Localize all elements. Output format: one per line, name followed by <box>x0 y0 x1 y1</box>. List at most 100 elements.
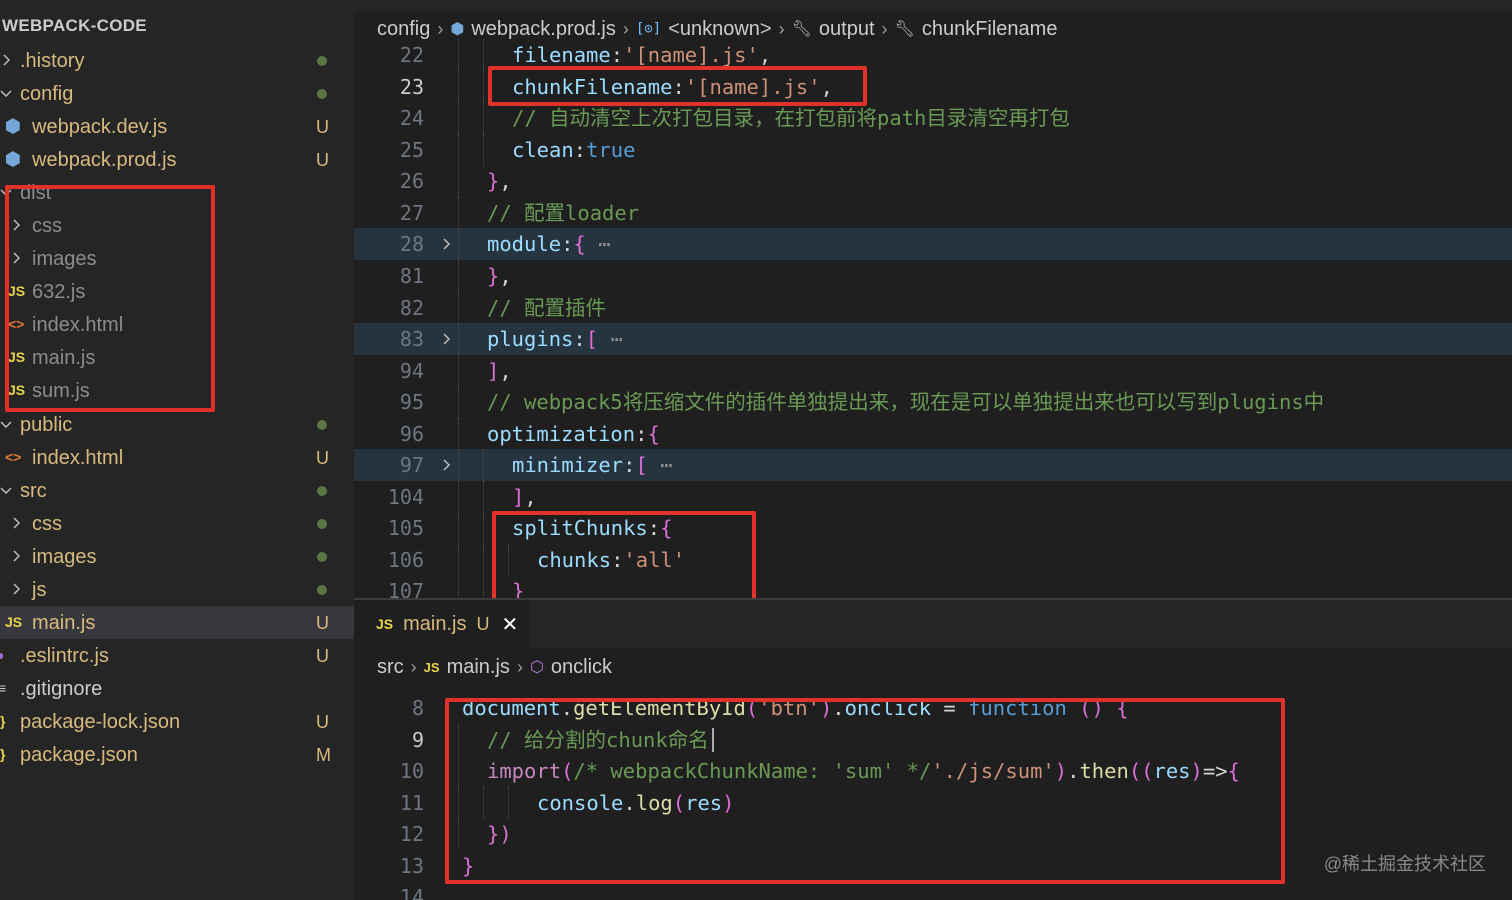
fold-chevron-icon[interactable] <box>438 331 454 347</box>
indent-guide <box>458 724 459 756</box>
tree-item[interactable]: public <box>0 408 354 441</box>
tree-item[interactable]: images <box>0 242 354 275</box>
indent-guide <box>458 418 459 450</box>
line-number: 24 <box>399 106 424 130</box>
breadcrumb-chunkfilename[interactable]: chunkFilename <box>922 18 1058 41</box>
code-text: minimizer:[ ⋯ <box>512 453 673 477</box>
tree-item[interactable]: JS main.js U <box>0 606 354 639</box>
code-line[interactable]: 10 import(/* webpackChunkName: 'sum' */'.… <box>354 755 1512 787</box>
tree-item[interactable]: <> index.html <box>0 308 354 341</box>
tree-item[interactable]: css <box>0 507 354 540</box>
js-file-icon: JS <box>5 614 23 630</box>
tree-item[interactable]: src <box>0 474 354 507</box>
code-line[interactable]: 23 chunkFilename:'[name].js', <box>354 71 1512 103</box>
chevron-right-icon: › <box>881 18 888 39</box>
fold-chevron-icon[interactable] <box>438 236 454 252</box>
indent-guide <box>483 575 484 598</box>
breadcrumb-config[interactable]: config <box>377 18 430 41</box>
code-line[interactable]: 26}, <box>354 165 1512 197</box>
line-number: 12 <box>399 822 424 846</box>
chevron-down-icon[interactable] <box>0 85 14 101</box>
breadcrumb-src[interactable]: src <box>377 656 404 679</box>
git-status-badge: U <box>316 150 329 170</box>
chevron-right-icon: › <box>410 656 417 677</box>
code-line[interactable]: 94], <box>354 355 1512 387</box>
tree-item[interactable]: images <box>0 540 354 573</box>
chevron-right-icon[interactable] <box>8 548 24 564</box>
tree-item[interactable]: ⬢ webpack.dev.js U <box>0 110 354 143</box>
code-text: } <box>512 579 525 598</box>
code-line[interactable]: 9 // 给分割的chunk命名 <box>354 724 1512 756</box>
code-line[interactable]: 11 console.log(res) <box>354 787 1512 819</box>
tab-status: U <box>476 613 490 634</box>
tree-item[interactable]: .history <box>0 44 354 77</box>
line-number: 81 <box>399 264 424 288</box>
wrench-icon: 🔧︎ <box>791 21 812 38</box>
fold-chevron-icon[interactable] <box>438 457 454 473</box>
tree-item[interactable]: } package.json M <box>0 738 354 771</box>
code-line[interactable]: 25 clean:true <box>354 134 1512 166</box>
code-line[interactable]: 83 plugins:[ ⋯ <box>354 323 1512 355</box>
code-line[interactable]: 95 // webpack5将压缩文件的插件单独提出来，现在是可以单独提出来也可以… <box>354 386 1512 418</box>
code-line[interactable]: 28 module:{ ⋯ <box>354 228 1512 260</box>
tab-bar: JS main.js U ✕ <box>354 600 1512 648</box>
breadcrumb-output[interactable]: output <box>819 18 875 41</box>
chevron-right-icon: › <box>622 18 629 39</box>
code-line[interactable]: 106 chunks:'all' <box>354 544 1512 576</box>
code-line[interactable]: 104], <box>354 481 1512 513</box>
code-line[interactable]: 81}, <box>354 260 1512 292</box>
code-line[interactable]: 14 <box>354 881 1512 900</box>
chevron-right-icon[interactable] <box>8 515 24 531</box>
chevron-right-icon[interactable] <box>8 217 24 233</box>
chevron-down-icon[interactable] <box>0 482 14 498</box>
tab-main-js[interactable]: JS main.js U ✕ <box>354 600 530 648</box>
folded-ellipsis-icon[interactable]: ⋯ <box>598 327 622 351</box>
code-line[interactable]: 107} <box>354 575 1512 598</box>
code-line[interactable]: 82 // 配置插件 <box>354 292 1512 324</box>
breadcrumb-file[interactable]: webpack.prod.js <box>471 18 616 41</box>
breadcrumb-onclick[interactable]: onclick <box>551 656 612 679</box>
breadcrumb-unknown[interactable]: <unknown> <box>668 18 771 41</box>
tree-item[interactable]: config <box>0 77 354 110</box>
tree-item[interactable]: dist <box>0 176 354 209</box>
webpack-file-icon: ⬢ <box>450 21 465 38</box>
tree-item[interactable]: ⬢ webpack.prod.js U <box>0 143 354 176</box>
folded-ellipsis-icon[interactable]: ⋯ <box>648 453 672 477</box>
tree-item-label: dist <box>20 182 52 204</box>
folded-ellipsis-icon[interactable]: ⋯ <box>586 232 610 256</box>
chevron-right-icon[interactable] <box>0 52 14 68</box>
close-icon[interactable]: ✕ <box>501 612 518 637</box>
code-line[interactable]: 97 minimizer:[ ⋯ <box>354 449 1512 481</box>
tree-item[interactable]: ● .eslintrc.js U <box>0 639 354 672</box>
editor-webpack-prod[interactable]: config › ⬢ webpack.prod.js › [⊙] <unknow… <box>354 12 1512 598</box>
code-line[interactable]: 22 filename:'[name].js', <box>354 39 1512 71</box>
breadcrumb-file[interactable]: main.js <box>447 656 510 679</box>
tree-item[interactable]: <> index.html U <box>0 441 354 474</box>
cube-icon: ⬡ <box>529 659 544 676</box>
code-line[interactable]: 12}) <box>354 818 1512 850</box>
chevron-right-icon[interactable] <box>8 250 24 266</box>
code-line[interactable]: 105 splitChunks:{ <box>354 512 1512 544</box>
code-line[interactable]: 8 document.getElementById('btn').onclick … <box>354 692 1512 724</box>
chevron-down-icon[interactable] <box>0 416 14 432</box>
code-text: ], <box>487 359 512 383</box>
tree-item-label: images <box>32 546 97 568</box>
tree-item[interactable]: } package-lock.json U <box>0 705 354 738</box>
tree-item[interactable]: js <box>0 573 354 606</box>
chevron-down-icon[interactable] <box>0 184 14 200</box>
tree-item[interactable]: css <box>0 209 354 242</box>
code-line[interactable]: 27 // 配置loader <box>354 197 1512 229</box>
chevron-right-icon[interactable] <box>8 581 24 597</box>
code-line[interactable]: 24 // 自动清空上次打包目录，在打包前将path目录清空再打包 <box>354 102 1512 134</box>
gitignore-file-icon: ≡ <box>0 680 7 696</box>
tree-item[interactable]: JS main.js <box>0 341 354 374</box>
indent-guide <box>483 39 484 71</box>
line-number: 28 <box>399 232 424 256</box>
code-text: filename:'[name].js', <box>512 43 772 67</box>
line-number: 11 <box>399 791 424 815</box>
tree-item[interactable]: JS 632.js <box>0 275 354 308</box>
tree-item[interactable]: ≡ .gitignore <box>0 672 354 705</box>
tree-item[interactable]: JS sum.js <box>0 374 354 407</box>
code-line[interactable]: 96 optimization:{ <box>354 418 1512 450</box>
tree-item-label: src <box>20 480 47 502</box>
